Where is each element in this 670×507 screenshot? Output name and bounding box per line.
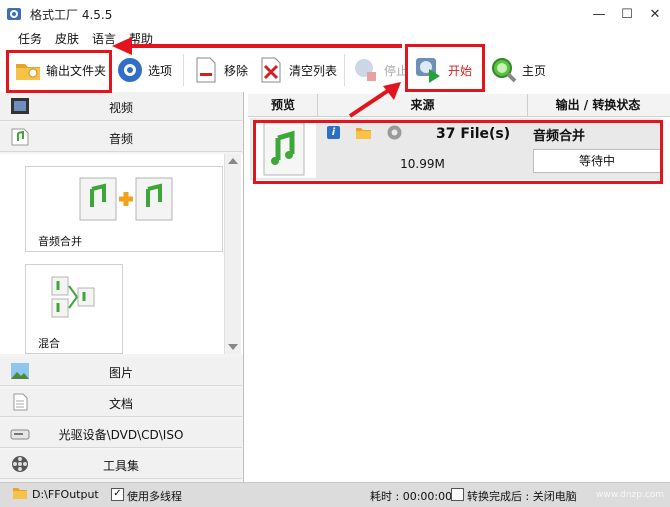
annotation-arrows — [112, 37, 402, 118]
